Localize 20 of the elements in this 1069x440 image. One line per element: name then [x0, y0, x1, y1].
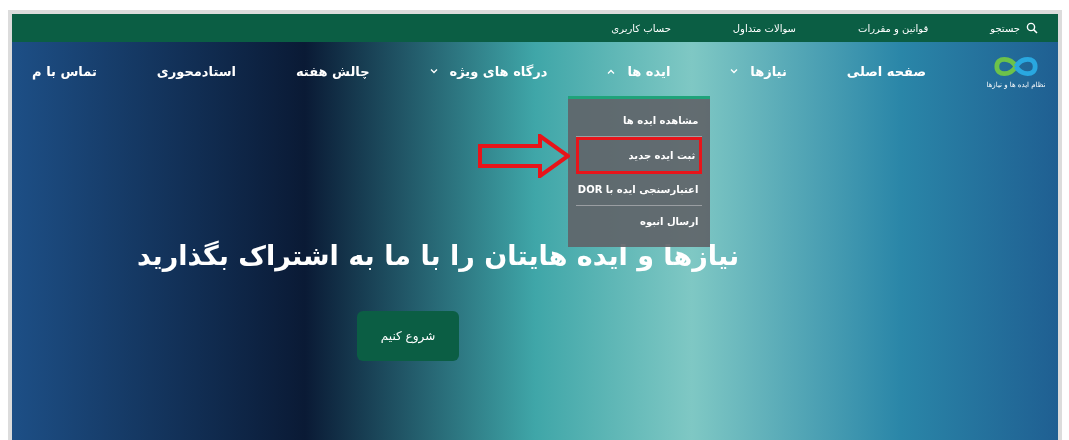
caret-up-icon — [607, 68, 616, 74]
nav-item[interactable]: تماس با م — [32, 63, 97, 79]
caret-down-icon — [429, 68, 438, 74]
nav-item[interactable]: درگاه های ویژه — [429, 63, 548, 79]
top-bar-link[interactable]: قوانین و مقررات — [857, 22, 929, 34]
menu-item[interactable]: ثبت ایده جدید — [576, 136, 703, 174]
top-bar-link[interactable]: حساب کاربری — [611, 22, 671, 34]
menu-item[interactable]: مشاهده ایده ها — [576, 104, 703, 137]
menu-item[interactable]: ارسال انبوه — [576, 205, 703, 237]
hero-title: نیازها و ایده هایتان را با ما به اشتراک بگذارید — [136, 240, 740, 271]
search-icon — [1026, 22, 1038, 34]
nav-item[interactable]: استادمحوری — [156, 63, 236, 79]
menu-item[interactable]: اعتبارسنجی ایده با DOR — [576, 173, 703, 206]
nav-item[interactable]: صفحه اصلی — [846, 63, 926, 79]
top-bar-link[interactable]: سوالات متداول — [732, 22, 796, 34]
nav-item[interactable]: چالش هفته — [295, 63, 370, 79]
arrow-annotation-icon — [478, 133, 571, 178]
caret-down-icon — [730, 68, 739, 74]
start-button[interactable]: شروع کنیم — [357, 311, 459, 361]
top-bar-link[interactable]: جستجو — [990, 22, 1038, 34]
